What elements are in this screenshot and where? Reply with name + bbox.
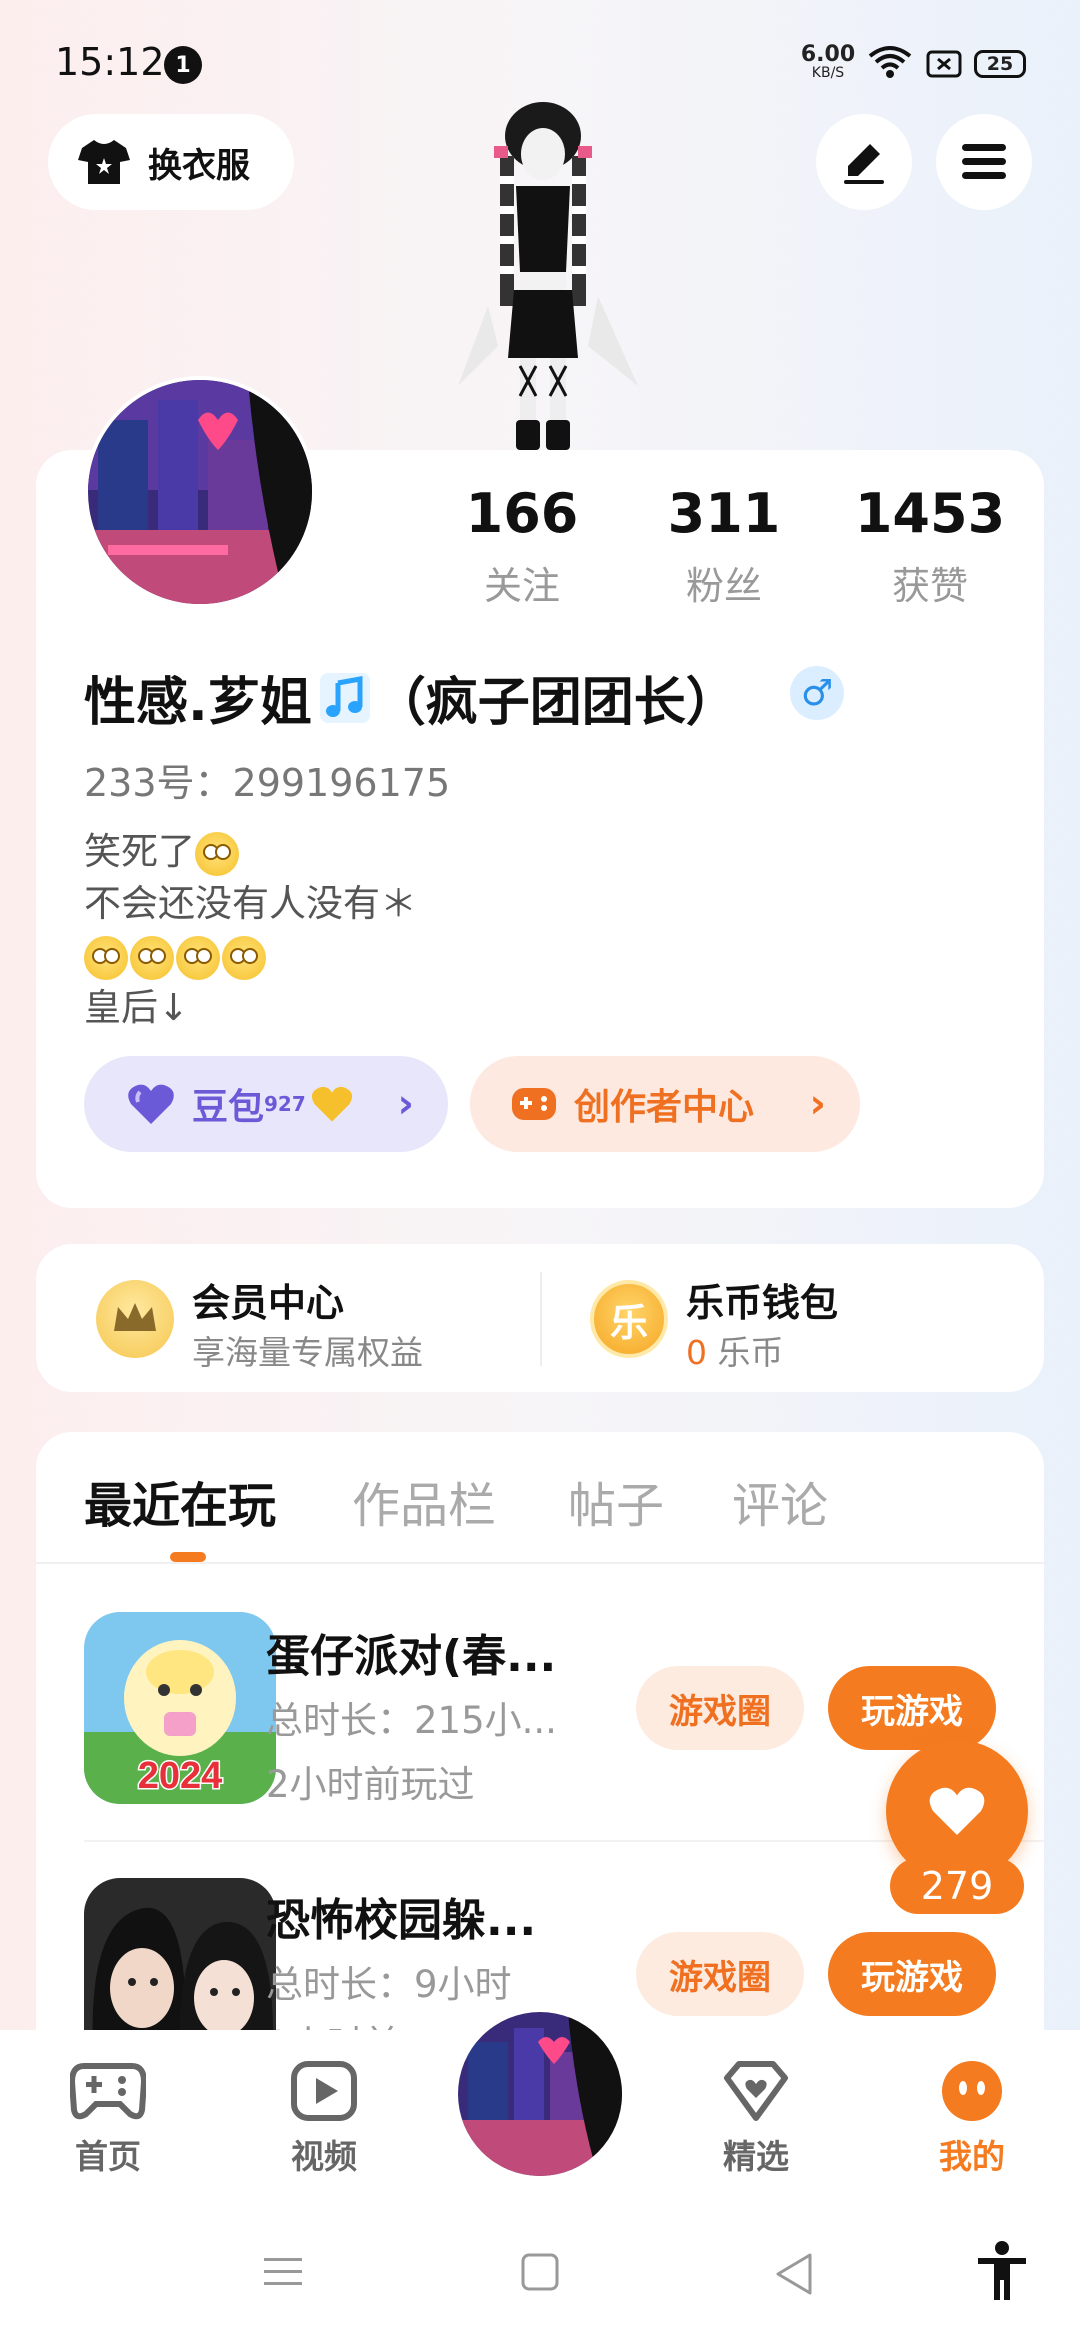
game-title[interactable]: 恐怖校园躲... xyxy=(266,1884,536,1948)
divider xyxy=(540,1272,542,1366)
nav-mine-label: 我的 xyxy=(939,2137,1005,2176)
nav-featured[interactable]: 精选 xyxy=(686,2060,826,2178)
game-icon-eggy-party[interactable]: 2024 xyxy=(84,1612,276,1804)
wifi-icon xyxy=(868,46,912,78)
nav-video[interactable]: 视频 xyxy=(254,2060,394,2178)
eye-roll-emoji-icon xyxy=(130,935,174,980)
eye-roll-emoji-icon xyxy=(195,831,239,876)
doubao-label: 豆包 xyxy=(192,1087,265,1128)
male-gender-icon: ♂ xyxy=(790,666,844,720)
nav-mine[interactable]: 我的 xyxy=(902,2060,1042,2178)
tab-posts[interactable]: 帖子 xyxy=(568,1466,664,1536)
nav-home-label: 首页 xyxy=(75,2137,141,2176)
bio: 笑死了 不会还没有人没有＊ 皇后↓ xyxy=(84,826,417,1034)
hamburger-icon xyxy=(962,144,1006,179)
likes-label: 获赞 xyxy=(891,564,968,608)
bio-line-4: 皇后↓ xyxy=(84,986,190,1029)
le-coin-icon: 乐 xyxy=(590,1280,668,1358)
followers-count: 311 xyxy=(667,482,781,545)
video-icon xyxy=(291,2061,357,2121)
bio-line-2: 不会还没有人没有＊ xyxy=(84,882,417,925)
music-note-icon xyxy=(319,672,370,723)
game-circle-button[interactable]: 游戏圈 xyxy=(636,1932,804,2016)
tab-recently-played[interactable]: 最近在玩 xyxy=(84,1466,276,1536)
vip-center-subtitle: 享海量专属权益 xyxy=(192,1333,423,1372)
nickname-text: 性感.芗姐 xyxy=(84,673,312,733)
no-sim-icon xyxy=(926,50,962,78)
net-speed-unit: KB/S xyxy=(811,65,845,81)
status-time: 15:12 xyxy=(55,40,165,84)
home-icon[interactable] xyxy=(520,2252,560,2292)
game-duration: 总时长：215小... xyxy=(266,1699,557,1742)
active-tab-indicator xyxy=(170,1552,206,1562)
creator-center-label: 创作者中心 xyxy=(574,1087,755,1128)
face-icon xyxy=(942,2061,1002,2121)
user-id[interactable]: 233号：299196175 xyxy=(84,752,450,807)
nickname-suffix: （疯子团团长） xyxy=(373,673,738,733)
edit-profile-button[interactable] xyxy=(816,114,912,210)
nickname: 性感.芗姐 （疯子团团长） xyxy=(84,660,738,735)
doubao-superscript: 927 xyxy=(264,1092,306,1116)
network-speed: 6.00 KB/S xyxy=(800,42,856,81)
eye-roll-emoji-icon xyxy=(176,935,220,980)
eye-roll-emoji-icon xyxy=(222,935,266,980)
creator-center-button[interactable]: 创作者中心 › xyxy=(470,1056,860,1152)
following-count: 166 xyxy=(465,482,579,545)
notification-badge: 1 xyxy=(164,46,202,84)
crown-icon xyxy=(96,1280,174,1358)
battery-icon: 25 xyxy=(974,50,1026,78)
eye-roll-emoji-icon xyxy=(84,935,128,980)
tshirt-icon xyxy=(78,140,130,184)
net-speed-value: 6.00 xyxy=(800,42,856,67)
followers-label: 粉丝 xyxy=(685,564,762,608)
bio-emoji-line xyxy=(84,930,417,982)
vip-center-title[interactable]: 会员中心 xyxy=(192,1272,344,1327)
accessibility-icon[interactable] xyxy=(976,2240,1028,2302)
game-circle-button[interactable]: 游戏圈 xyxy=(636,1666,804,1750)
game-last-played: 2小时前玩过 xyxy=(266,1763,475,1806)
wallet-title[interactable]: 乐币钱包 xyxy=(686,1272,838,1327)
nav-home[interactable]: 首页 xyxy=(38,2060,178,2178)
pen-icon xyxy=(844,144,884,184)
stat-followers[interactable]: 311 粉丝 xyxy=(624,482,824,610)
bio-line-1: 笑死了 xyxy=(84,830,195,873)
back-icon[interactable] xyxy=(774,2252,814,2296)
change-outfit-label: 换衣服 xyxy=(148,145,250,186)
nav-video-label: 视频 xyxy=(291,2137,357,2176)
recent-apps-icon[interactable] xyxy=(262,2252,304,2292)
stat-likes[interactable]: 1453 获赞 xyxy=(830,482,1030,610)
heart-box-icon xyxy=(724,2061,788,2121)
center-avatar-button[interactable] xyxy=(452,2006,628,2182)
chevron-right-icon: › xyxy=(809,1081,826,1127)
following-label: 关注 xyxy=(483,564,560,608)
character-figure[interactable] xyxy=(428,96,658,452)
wallet-balance: 0 乐币 xyxy=(686,1326,784,1374)
menu-button[interactable] xyxy=(936,114,1032,210)
tab-comments[interactable]: 评论 xyxy=(732,1466,828,1536)
gamepad-icon xyxy=(512,1088,556,1120)
doubao-pill-button[interactable]: 豆包 927 › xyxy=(84,1056,448,1152)
tab-works[interactable]: 作品栏 xyxy=(352,1466,496,1536)
avatar-image xyxy=(88,380,312,604)
purple-heart-icon xyxy=(128,1084,174,1124)
eggy-party-year: 2024 xyxy=(138,1755,223,1797)
play-game-button[interactable]: 玩游戏 xyxy=(828,1932,996,2016)
avatar-image xyxy=(458,2012,622,2176)
stat-following[interactable]: 166 关注 xyxy=(422,482,622,610)
yellow-heart-icon xyxy=(311,1086,352,1122)
nav-featured-label: 精选 xyxy=(723,2137,789,2176)
divider xyxy=(36,1562,1044,1564)
gamepad-icon xyxy=(70,2063,146,2120)
chevron-right-icon: › xyxy=(397,1081,414,1127)
like-count: 279 xyxy=(890,1858,1024,1914)
change-outfit-button[interactable]: 换衣服 xyxy=(48,114,294,210)
wallet-unit: 乐币 xyxy=(707,1333,784,1372)
play-game-button[interactable]: 玩游戏 xyxy=(828,1666,996,1750)
wallet-amount: 0 xyxy=(686,1333,707,1372)
game-title[interactable]: 蛋仔派对(春... xyxy=(266,1620,556,1684)
likes-count: 1453 xyxy=(854,482,1006,545)
game-duration: 总时长：9小时 xyxy=(266,1963,512,2006)
heart-icon xyxy=(929,1787,985,1835)
profile-avatar[interactable] xyxy=(84,376,316,608)
